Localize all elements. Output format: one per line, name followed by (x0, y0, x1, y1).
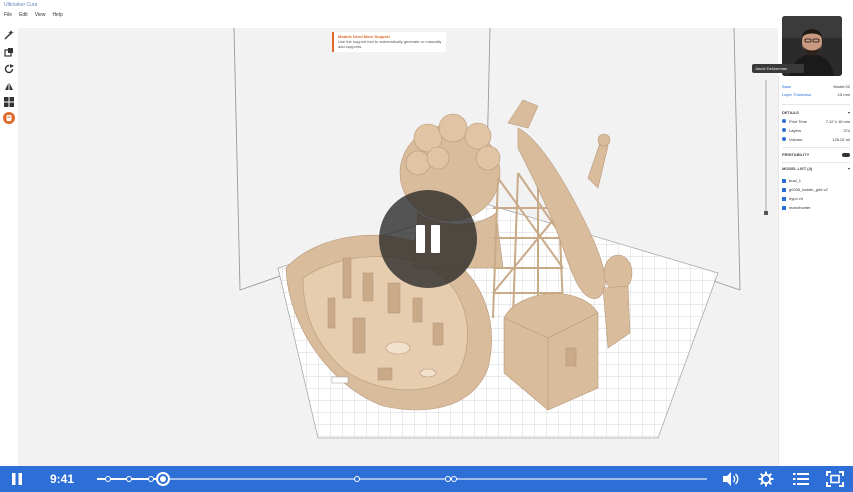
scale-icon[interactable] (4, 47, 14, 57)
clock-icon (782, 119, 786, 123)
pause-button[interactable] (10, 472, 24, 486)
checkbox-icon (782, 187, 786, 192)
chapter-marker[interactable] (126, 476, 132, 482)
settings-button[interactable] (758, 471, 774, 487)
chapter-marker[interactable] (354, 476, 360, 482)
checkbox-icon (782, 205, 786, 210)
checkbox-icon (782, 178, 786, 183)
details-heading: DETAILS (782, 110, 799, 115)
window-title: Ultimaker Cura (4, 2, 38, 8)
pause-icon (416, 225, 425, 253)
seek-bar[interactable] (97, 472, 707, 486)
detail-row: Print Time 7:12 h 16 min (782, 119, 850, 124)
center-pause-button[interactable] (379, 190, 477, 288)
setting2-label: Layer Thickness (782, 92, 812, 97)
detail-row: Layers 374 (782, 128, 850, 133)
menu-view[interactable]: View (35, 12, 46, 18)
support-warning-body: Use the support tool to automatically ge… (338, 39, 442, 49)
volume-button[interactable] (722, 471, 740, 487)
magic-wand-icon[interactable] (4, 30, 14, 40)
setting-row-1[interactable]: Base Model 02 (782, 84, 850, 89)
settings-panel: Base Model 02 Layer Thickness .15 mm DET… (778, 76, 853, 466)
3d-viewport[interactable]: Models Need More Support Use the support… (18, 28, 778, 466)
chevron-down-icon: ▾ (847, 166, 850, 171)
app-root: Ultimaker Cura File Edit View Help Model… (0, 0, 853, 492)
video-player-bar: 9:41 (0, 466, 853, 492)
model-list-item[interactable]: motorhunter (782, 205, 850, 210)
fullscreen-icon (826, 471, 844, 487)
menu-bar: File Edit View Help (4, 12, 63, 18)
setting1-label: Base (782, 84, 792, 89)
printability-toggle[interactable] (842, 152, 850, 157)
chapter-marker[interactable] (105, 476, 111, 482)
model-list-heading: MODEL LIST (4) (782, 166, 813, 171)
chapters-button[interactable] (792, 471, 810, 487)
chevron-down-icon: ▾ (847, 110, 850, 115)
current-time: 9:41 (50, 472, 75, 486)
model-list-item[interactable]: g0035_ladder_grid v2 (782, 187, 850, 192)
support-blocker-icon[interactable] (3, 112, 15, 124)
menu-help[interactable]: Help (52, 12, 62, 18)
menu-edit[interactable]: Edit (19, 12, 28, 18)
support-warning-message: Models Need More Support Use the support… (332, 32, 446, 52)
per-model-settings-icon[interactable] (4, 97, 14, 107)
volume-cube-icon (782, 137, 786, 141)
menu-file[interactable]: File (4, 12, 12, 18)
chapter-marker[interactable] (451, 476, 457, 482)
setting1-value: Model 02 (833, 84, 850, 89)
pause-icon (12, 473, 22, 485)
model-list-item[interactable]: bust_1 (782, 178, 850, 183)
printability-label: PRINTABILITY (782, 152, 810, 157)
detail-row: Volume 126.02 ml (782, 137, 850, 142)
chapter-marker[interactable] (148, 476, 154, 482)
model-list-item[interactable]: hypo v4 (782, 196, 850, 201)
volume-icon (723, 472, 739, 486)
details-header[interactable]: DETAILS ▾ (782, 110, 850, 115)
setting2-value: .15 mm (836, 92, 850, 97)
layers-icon (782, 128, 786, 132)
printability-row[interactable]: PRINTABILITY (782, 152, 850, 157)
seek-handle[interactable] (156, 472, 170, 486)
mirror-icon[interactable] (4, 81, 14, 91)
checkbox-icon (782, 196, 786, 201)
model-list-header[interactable]: MODEL LIST (4) ▾ (782, 166, 850, 171)
setting-row-2[interactable]: Layer Thickness .15 mm (782, 92, 850, 97)
layer-slider[interactable] (764, 80, 768, 215)
chapters-icon (793, 473, 809, 485)
title-bar: Ultimaker Cura File Edit View Help (0, 0, 853, 23)
layer-slider-handle[interactable] (764, 211, 768, 215)
settings-icon (758, 471, 774, 487)
presenter-name: Jakob Dekkerman (752, 64, 804, 73)
rotate-icon[interactable] (4, 64, 14, 74)
fullscreen-button[interactable] (826, 471, 844, 487)
